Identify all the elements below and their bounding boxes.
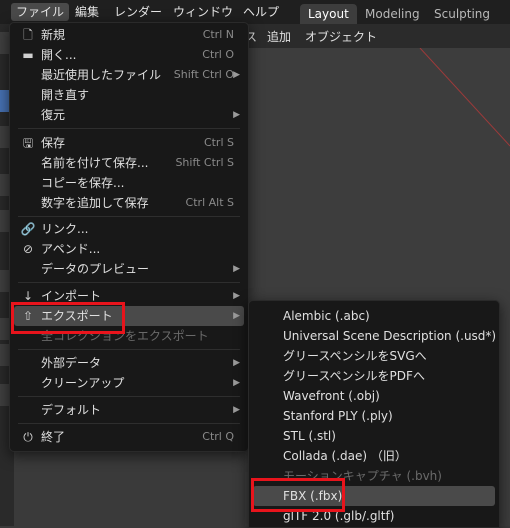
save-icon: 🖫 <box>22 136 34 150</box>
menu-file[interactable]: ファイル <box>11 3 70 21</box>
menu-separator <box>18 423 240 424</box>
submenu-arrow-icon: ▶ <box>233 378 240 388</box>
submenu-arrow-icon: ▶ <box>233 264 240 274</box>
link-icon: 🔗 <box>20 222 36 236</box>
viewport-add-menu[interactable]: 追加 <box>267 28 291 45</box>
submenu-arrow-icon: ▶ <box>233 311 240 321</box>
menu-separator <box>18 128 240 129</box>
file-menu: 🗋 新規 Ctrl N ▬ 開く... Ctrl O 最近使用したファイル Sh… <box>9 22 249 452</box>
menu-separator <box>18 396 240 397</box>
submenu-arrow-icon: ▶ <box>233 358 240 368</box>
highlight-box-fbx <box>251 478 345 512</box>
tab-layout[interactable]: Layout <box>300 4 357 24</box>
folder-icon: ▬ <box>22 48 34 62</box>
new-file-icon: 🗋 <box>23 28 33 42</box>
menu-item-open[interactable]: ▬ 開く... Ctrl O <box>14 45 244 65</box>
tab-modeling[interactable]: Modeling <box>357 4 428 24</box>
highlight-box-export <box>11 302 125 334</box>
menu-item-append[interactable]: ⊘ アペンド... <box>14 239 244 259</box>
power-icon: ⏻ <box>23 430 33 444</box>
export-item-obj[interactable]: Wavefront (.obj) <box>253 386 495 406</box>
menu-item-defaults[interactable]: デフォルト ▶ <box>14 400 244 420</box>
export-item-gpencil-svg[interactable]: グリースペンシルをSVGへ <box>253 346 495 366</box>
menu-item-quit[interactable]: ⏻ 終了 Ctrl Q <box>14 427 244 447</box>
menu-render[interactable]: レンダー <box>109 3 167 21</box>
menu-item-new[interactable]: 🗋 新規 Ctrl N <box>14 25 244 45</box>
export-item-collada[interactable]: Collada (.dae) （旧） <box>253 446 495 466</box>
append-icon: ⊘ <box>22 242 34 256</box>
submenu-arrow-icon: ▶ <box>233 291 240 301</box>
viewport-header: ス 追加 オブジェクト <box>245 24 510 48</box>
submenu-arrow-icon: ▶ <box>233 405 240 415</box>
tab-sculpting[interactable]: Sculpting <box>426 4 498 24</box>
menu-item-link[interactable]: 🔗 リンク... <box>14 219 244 239</box>
menu-item-recover[interactable]: 復元 ▶ <box>14 105 244 125</box>
menu-item-data-previews[interactable]: データのプレビュー ▶ <box>14 259 244 279</box>
menu-item-revert[interactable]: 開き直す <box>14 85 244 105</box>
menu-item-save-copy[interactable]: コピーを保存... <box>14 173 244 193</box>
export-item-ply[interactable]: Stanford PLY (.ply) <box>253 406 495 426</box>
menu-item-external-data[interactable]: 外部データ ▶ <box>14 353 244 373</box>
export-item-gpencil-pdf[interactable]: グリースペンシルをPDFへ <box>253 366 495 386</box>
submenu-arrow-icon: ▶ <box>233 110 240 120</box>
export-item-usd[interactable]: Universal Scene Description (.usd*) <box>253 326 496 346</box>
menu-item-save-incremental[interactable]: 数字を追加して保存 Ctrl Alt S <box>14 193 244 213</box>
export-item-stl[interactable]: STL (.stl) <box>253 426 495 446</box>
menu-separator <box>18 216 240 217</box>
menu-separator <box>18 282 240 283</box>
menu-item-save[interactable]: 🖫 保存 Ctrl S <box>14 133 244 153</box>
menu-separator <box>18 349 240 350</box>
menu-window[interactable]: ウィンドウ <box>168 3 238 21</box>
menu-help[interactable]: ヘルプ <box>238 3 284 21</box>
viewport-object-menu[interactable]: オブジェクト <box>305 28 377 45</box>
menu-item-open-recent[interactable]: 最近使用したファイル Shift Ctrl O ▶ <box>14 65 244 85</box>
submenu-arrow-icon: ▶ <box>233 70 240 80</box>
menu-edit[interactable]: 編集 <box>70 3 104 21</box>
menu-item-clean-up[interactable]: クリーンアップ ▶ <box>14 373 244 393</box>
menu-item-save-as[interactable]: 名前を付けて保存... Shift Ctrl S <box>14 153 244 173</box>
export-item-alembic[interactable]: Alembic (.abc) <box>253 306 495 326</box>
